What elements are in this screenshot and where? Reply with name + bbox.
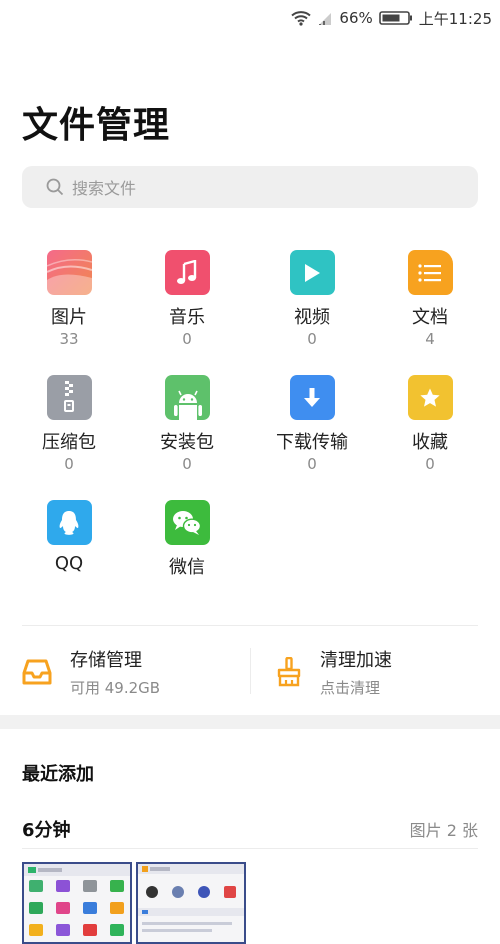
storage-subtitle: 可用 49.2GB [70, 679, 161, 697]
category-downloads[interactable]: 下载传输 0 [257, 375, 367, 473]
category-documents[interactable]: 文档 4 [375, 250, 485, 348]
search-placeholder: 搜索文件 [72, 179, 137, 198]
page-title: 文件管理 [22, 105, 171, 146]
storage-title: 存储管理 [70, 650, 142, 671]
category-apk[interactable]: 安装包 0 [132, 375, 242, 473]
video-icon [289, 250, 335, 295]
search-input[interactable]: 搜索文件 [22, 166, 478, 208]
zip-icon [46, 375, 92, 420]
wechat-icon [164, 500, 210, 545]
category-label: 收藏 [412, 432, 448, 453]
cleanup-title: 清理加速 [320, 650, 392, 671]
category-count: 0 [425, 455, 435, 473]
recent-group-meta[interactable]: 图片 2 张 [410, 817, 478, 841]
battery-percentage: 66% [339, 9, 373, 27]
inbox-tray-icon [22, 659, 52, 685]
recent-section-title: 最近添加 [22, 764, 94, 785]
clock: 上午11:25 [418, 9, 492, 28]
category-favorites[interactable]: 收藏 0 [375, 375, 485, 473]
cellular-signal-icon [319, 13, 332, 25]
divider [22, 848, 478, 849]
cleanup-subtitle: 点击清理 [320, 679, 381, 697]
battery-icon [378, 11, 412, 25]
category-label: 视频 [294, 307, 330, 328]
qq-icon [46, 500, 92, 545]
category-archives[interactable]: 压缩包 0 [14, 375, 124, 473]
category-count: 0 [182, 455, 192, 473]
category-count: 4 [425, 330, 435, 348]
image-thumbnail[interactable] [136, 862, 246, 944]
image-thumbnail[interactable] [22, 862, 132, 944]
recent-group-time: 6分钟 [22, 820, 71, 841]
music-icon [164, 250, 210, 295]
recent-thumbnails [22, 862, 246, 944]
android-icon [164, 375, 210, 420]
download-icon [289, 375, 335, 420]
category-wechat[interactable]: 微信 [132, 500, 242, 579]
storage-management-button[interactable]: 存储管理 可用 49.2GB [22, 646, 250, 698]
broom-icon [277, 657, 301, 687]
category-video[interactable]: 视频 0 [257, 250, 367, 348]
category-count: 0 [182, 330, 192, 348]
image-icon [46, 250, 92, 295]
category-count: 0 [307, 330, 317, 348]
category-qq[interactable]: QQ [14, 500, 124, 574]
category-label: 下载传输 [276, 432, 348, 453]
category-music[interactable]: 音乐 0 [132, 250, 242, 348]
status-bar: 66% 上午11:25 [0, 0, 500, 36]
category-label: 音乐 [169, 307, 205, 328]
category-label: 安装包 [160, 432, 214, 453]
category-label: 图片 [51, 307, 87, 328]
category-images[interactable]: 图片 33 [14, 250, 124, 348]
category-label: 压缩包 [42, 432, 96, 453]
divider [22, 625, 478, 626]
category-count: 0 [307, 455, 317, 473]
wifi-icon [291, 11, 312, 26]
star-icon [407, 375, 453, 420]
category-count: 0 [64, 455, 74, 473]
category-label: 文档 [412, 307, 448, 328]
document-icon [407, 250, 453, 295]
category-label: 微信 [169, 557, 205, 578]
cleanup-button[interactable]: 清理加速 点击清理 [276, 646, 476, 698]
category-count: 33 [59, 330, 79, 348]
category-label: QQ [54, 553, 84, 574]
section-separator [0, 715, 500, 729]
vertical-divider [250, 648, 251, 694]
search-icon [46, 178, 64, 196]
